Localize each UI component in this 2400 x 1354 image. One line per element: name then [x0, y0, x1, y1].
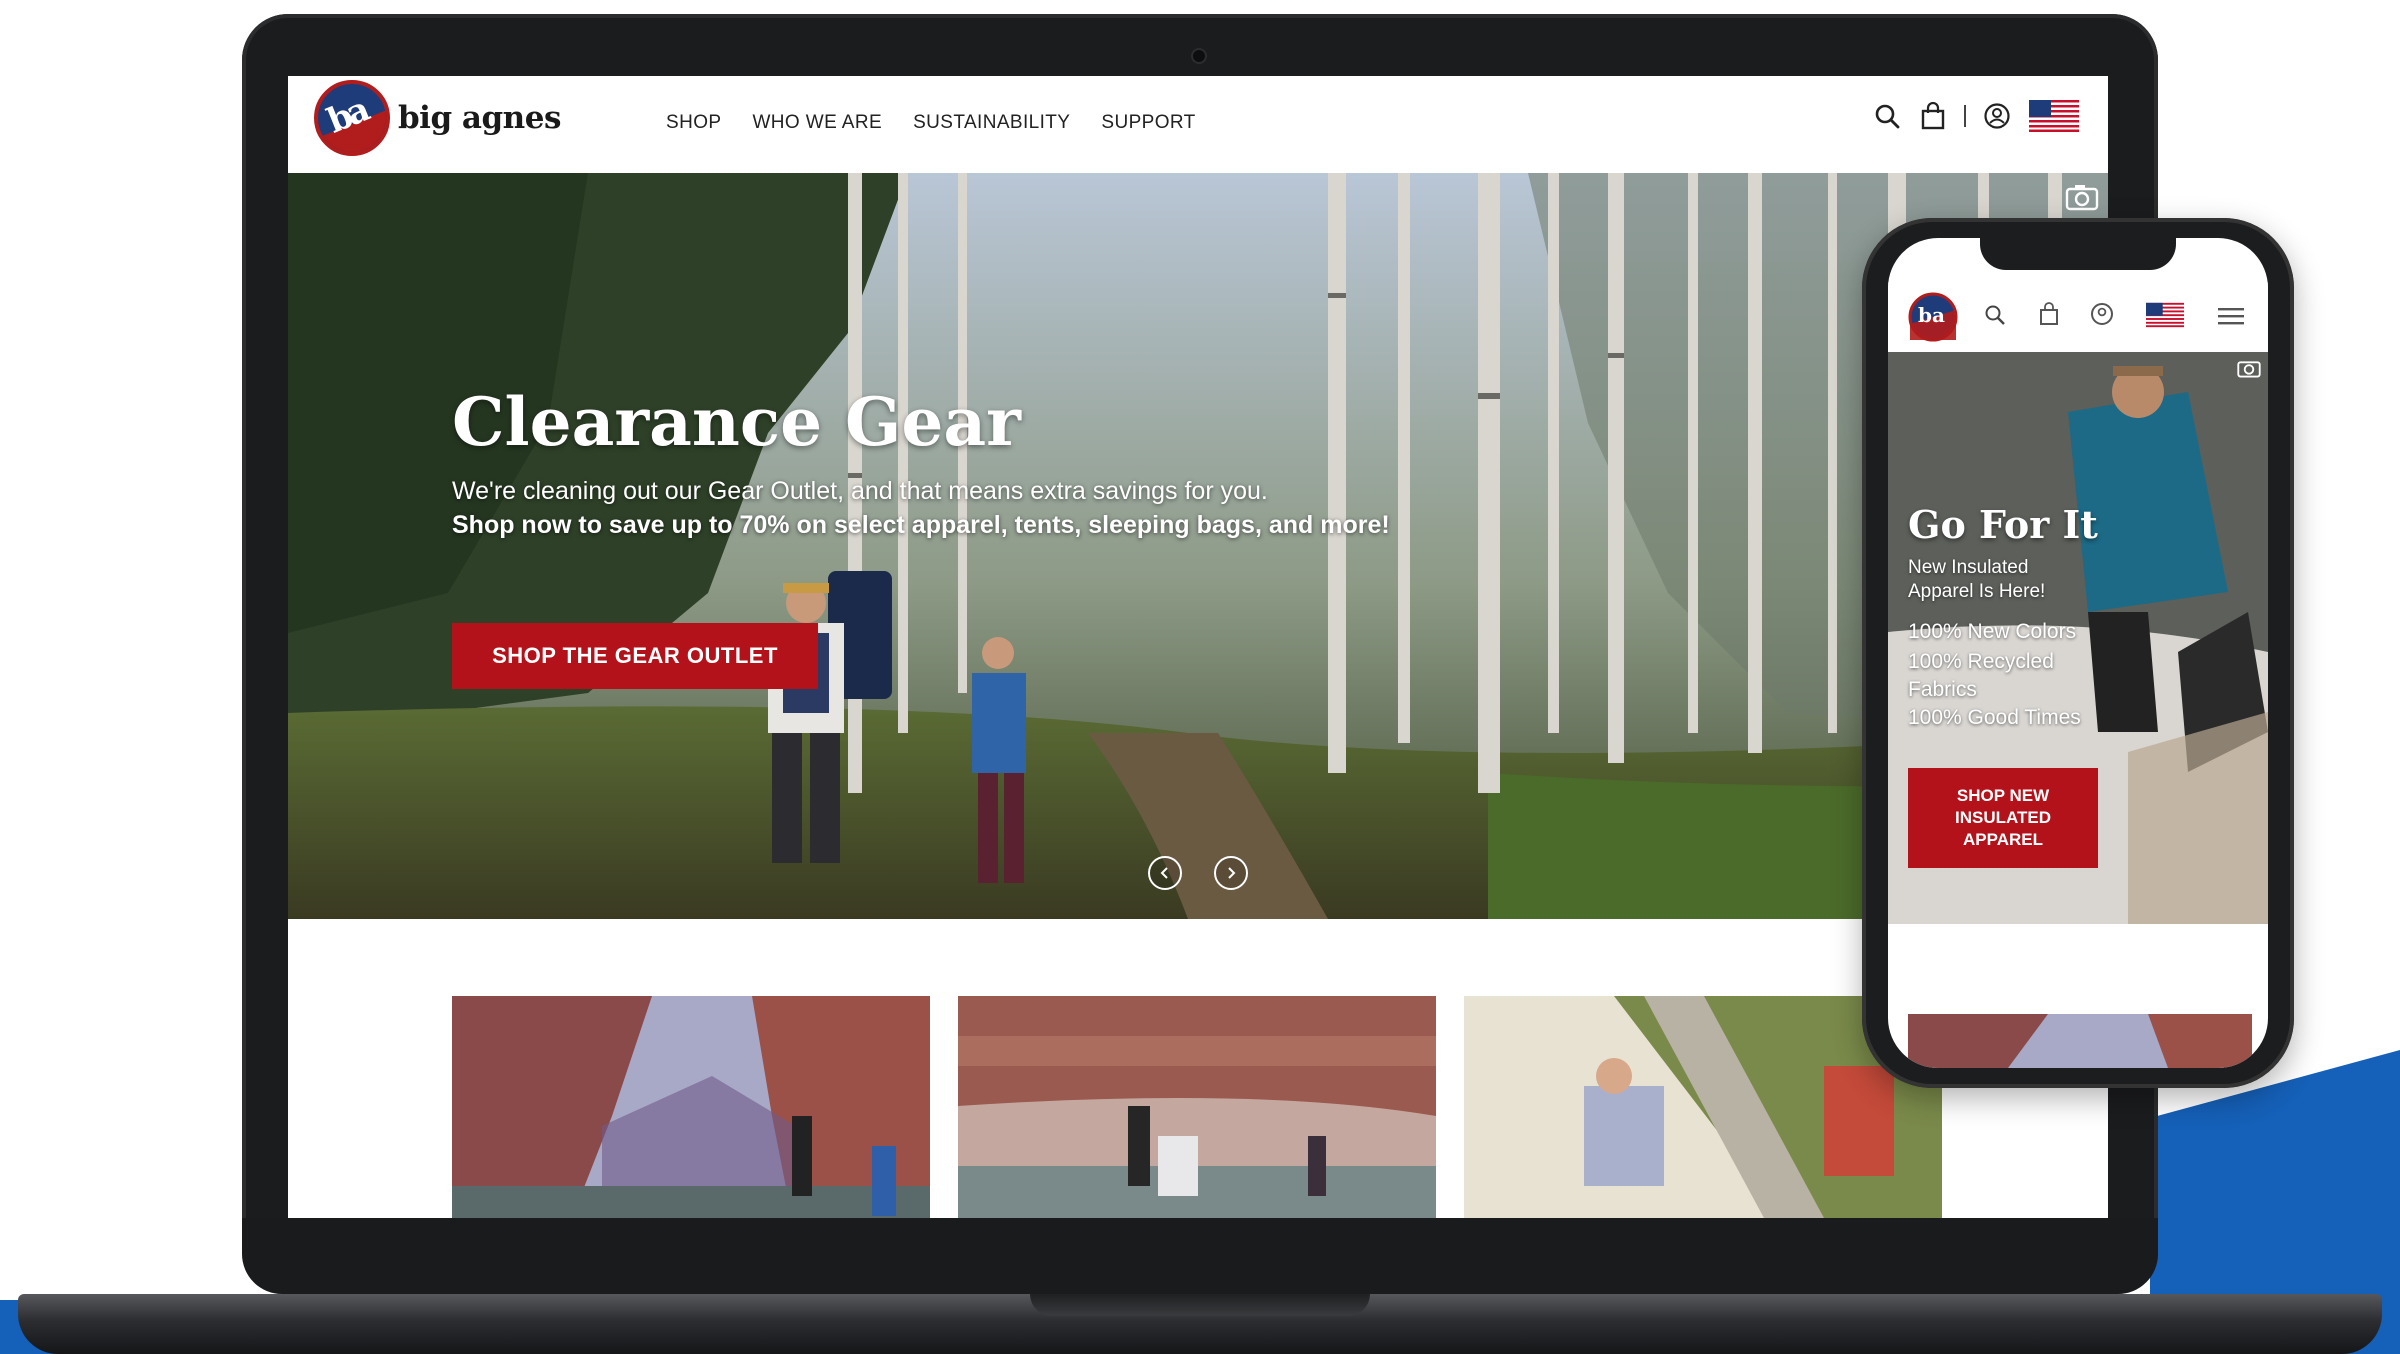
mobile-hero-bullet: 100% Recycled Fabrics	[1908, 650, 2054, 701]
brand-logo[interactable]: ba big agnes	[314, 80, 561, 156]
us-flag-icon[interactable]	[2028, 100, 2080, 132]
nav-item-who-we-are[interactable]: WHO WE ARE	[752, 112, 882, 134]
phone-notch	[1980, 236, 2176, 270]
mobile-hero-subtitle: New Insulated Apparel Is Here!	[1908, 557, 2046, 602]
laptop-chin	[242, 1218, 2158, 1294]
featured-image-river-rafting[interactable]	[958, 996, 1436, 1218]
mobile-account-icon[interactable]	[2090, 302, 2114, 331]
mobile-camera-icon[interactable]	[2236, 358, 2262, 383]
logo-badge-icon: ba	[314, 80, 390, 156]
hero-promo-text: Shop now to save up to 70% on select app…	[452, 511, 1390, 539]
shopping-bag-icon[interactable]	[1918, 101, 1948, 131]
nav-item-shop[interactable]: SHOP	[666, 112, 721, 134]
header-separator	[1964, 105, 1966, 127]
svg-text:ba: ba	[1918, 303, 1945, 327]
mobile-hero-banner: Go For It New Insulated Apparel Is Here!…	[1888, 352, 2268, 924]
mobile-header: ba	[1888, 282, 2268, 352]
shop-new-insulated-apparel-button[interactable]: SHOP NEW INSULATED APPAREL	[1908, 768, 2098, 868]
mobile-hero-bullet: 100% New Colors	[1908, 620, 2077, 643]
shop-gear-outlet-button[interactable]: SHOP THE GEAR OUTLET	[452, 623, 818, 689]
next-arrow-icon[interactable]	[1214, 856, 1248, 890]
site-header: ba big agnes SHOP WHO WE ARE SUSTAINABIL…	[288, 76, 2108, 173]
header-actions	[1872, 100, 2080, 132]
mobile-shopping-bag-icon[interactable]	[2038, 302, 2060, 331]
hero-title: Clearance Gear	[452, 383, 1021, 461]
mobile-featured-image[interactable]	[1908, 1014, 2252, 1068]
mobile-search-icon[interactable]	[1984, 304, 2006, 331]
main-menu: SHOP WHO WE ARE SUSTAINABILITY SUPPORT	[666, 112, 1196, 134]
nav-item-sustainability[interactable]: SUSTAINABILITY	[913, 112, 1070, 134]
previous-arrow-icon[interactable]	[1148, 856, 1182, 890]
hero-description: We're cleaning out our Gear Outlet, and …	[452, 477, 1268, 505]
hero-forest-image	[288, 173, 2108, 919]
mobile-us-flag-icon[interactable]	[2146, 302, 2184, 333]
mobile-hero-title: Go For It	[1908, 502, 2098, 547]
laptop-notch	[1030, 1294, 1370, 1316]
brand-name: big agnes	[398, 100, 561, 136]
laptop-screen: ba big agnes SHOP WHO WE ARE SUSTAINABIL…	[288, 76, 2108, 1218]
account-icon[interactable]	[1982, 101, 2012, 131]
hero-banner: Clearance Gear We're cleaning out our Ge…	[288, 173, 2108, 919]
nav-item-support[interactable]: SUPPORT	[1101, 112, 1195, 134]
laptop-camera	[1191, 48, 1207, 64]
camera-icon[interactable]	[2064, 183, 2100, 211]
phone-screen: ba Go For It New Insulated Apparel Is He…	[1888, 238, 2268, 1068]
hamburger-menu-icon[interactable]	[2218, 306, 2244, 331]
mobile-hero-bullet: 100% Good Times	[1908, 706, 2081, 729]
featured-image-canyon-hikers[interactable]	[452, 996, 930, 1218]
mobile-logo-icon[interactable]: ba	[1908, 292, 1958, 347]
search-icon[interactable]	[1872, 101, 1902, 131]
